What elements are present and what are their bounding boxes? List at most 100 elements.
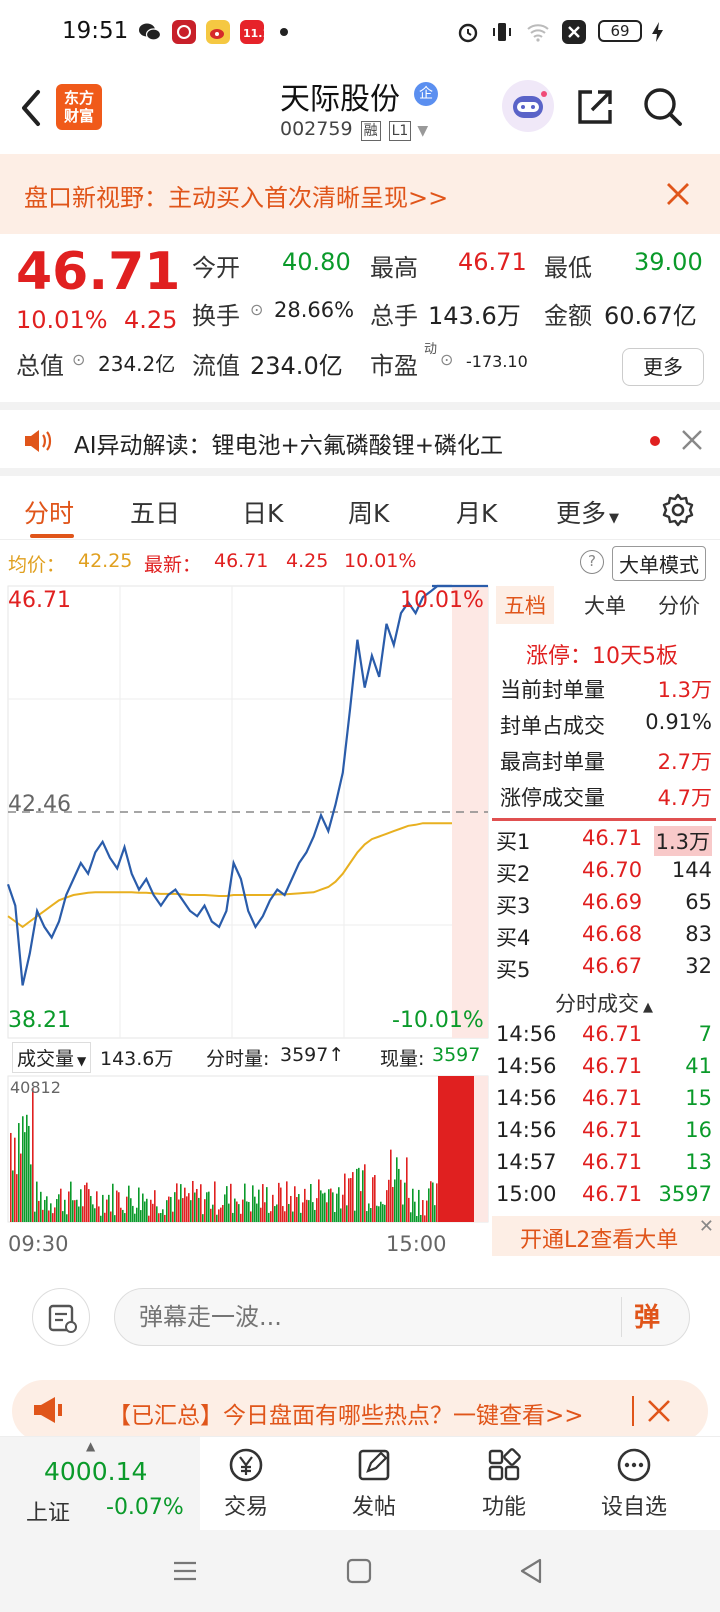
volume-bar bbox=[214, 1181, 216, 1222]
home-square-icon[interactable] bbox=[344, 1556, 374, 1586]
intraday-chart-svg[interactable] bbox=[0, 582, 490, 1272]
big-order-mode-button[interactable]: 大单模式 bbox=[612, 546, 706, 581]
volume-bar bbox=[48, 1210, 50, 1222]
hotspot-promo-bar[interactable]: 【已汇总】今日盘面有哪些热点？一键查看>> bbox=[12, 1380, 708, 1442]
volume-bar bbox=[200, 1184, 202, 1222]
volume-bar bbox=[344, 1173, 346, 1222]
volume-value: 143.6万 bbox=[428, 302, 521, 330]
volume-bar bbox=[270, 1211, 272, 1222]
volume-bar bbox=[212, 1204, 214, 1222]
more-button[interactable]: 更多 bbox=[622, 348, 704, 386]
volume-bar bbox=[402, 1204, 404, 1222]
volume-bar bbox=[420, 1214, 422, 1222]
volume-bar bbox=[266, 1187, 268, 1222]
menu-icon[interactable] bbox=[170, 1556, 200, 1586]
svg-text:11.11: 11.11 bbox=[243, 27, 264, 40]
volume-bar bbox=[288, 1203, 290, 1222]
chevron-down-icon[interactable]: ▼ bbox=[417, 123, 428, 139]
avg-label: 均价： bbox=[8, 554, 66, 576]
volume-bar bbox=[220, 1207, 222, 1222]
volume-bar bbox=[226, 1186, 228, 1222]
tab-weekly-k[interactable]: 周K bbox=[348, 494, 389, 530]
back-arrow-icon[interactable] bbox=[14, 86, 48, 130]
nav-features[interactable]: 功能 bbox=[444, 1445, 564, 1521]
change-percent: 10.01% bbox=[16, 306, 108, 334]
tab-big-orders[interactable]: 大单 bbox=[584, 590, 626, 620]
volume-bar bbox=[300, 1212, 302, 1222]
info-circle-icon[interactable]: ⊙ bbox=[440, 350, 453, 369]
nav-post[interactable]: 发帖 bbox=[314, 1445, 434, 1521]
help-icon[interactable]: ? bbox=[580, 550, 604, 574]
index-value: 4000.14 bbox=[44, 1457, 148, 1486]
tick-row: 14:56 46.71 15 bbox=[496, 1086, 712, 1110]
stock-name: 天际股份 bbox=[280, 82, 400, 117]
search-icon[interactable] bbox=[640, 84, 686, 130]
tab-more[interactable]: 更多 ▼ bbox=[556, 494, 619, 530]
volume-bar bbox=[122, 1209, 124, 1222]
close-icon[interactable] bbox=[646, 1398, 672, 1424]
volume-bar bbox=[320, 1190, 322, 1222]
l2-promo-bar[interactable]: 开通L2查看大单 ✕ bbox=[492, 1216, 720, 1256]
volume-bar bbox=[310, 1184, 312, 1222]
promo-banner[interactable]: 盘口新视野：主动买入首次清晰呈现>> bbox=[0, 154, 720, 234]
info-circle-icon[interactable]: ⊙ bbox=[72, 350, 85, 369]
ai-insight-bar[interactable]: AI异动解读：锂电池+六氟磷酸锂+磷化工 bbox=[0, 402, 720, 468]
tab-intraday[interactable]: 分时 bbox=[24, 494, 74, 530]
l2-promo-text[interactable]: 开通L2查看大单 bbox=[520, 1222, 678, 1254]
tab-daily-k[interactable]: 日K bbox=[242, 494, 283, 530]
danmu-input[interactable] bbox=[139, 1299, 599, 1335]
volume-bar bbox=[324, 1192, 326, 1222]
avg-value: 42.25 bbox=[78, 550, 133, 572]
volume-bar bbox=[422, 1200, 424, 1222]
tab-monthly-k[interactable]: 月K bbox=[456, 494, 497, 530]
tick-row: 14:56 46.71 16 bbox=[496, 1118, 712, 1142]
time-end-label: 15:00 bbox=[386, 1232, 447, 1256]
nav-add-watchlist[interactable]: 设自选 bbox=[574, 1445, 694, 1521]
close-icon[interactable] bbox=[664, 180, 692, 208]
tab-price-distribution[interactable]: 分价 bbox=[658, 590, 700, 620]
nav-trade[interactable]: 交易 bbox=[186, 1445, 306, 1521]
volume-bar bbox=[428, 1188, 430, 1222]
comment-settings-icon[interactable] bbox=[32, 1288, 90, 1346]
volume-bar bbox=[96, 1191, 98, 1222]
latest-percent: 10.01% bbox=[344, 550, 417, 572]
info-circle-icon[interactable]: ⊙ bbox=[250, 300, 263, 319]
volume-bar bbox=[148, 1215, 150, 1222]
volume-bar bbox=[414, 1201, 416, 1222]
danmu-send-button[interactable]: 弹 bbox=[621, 1297, 671, 1337]
tab-five-day[interactable]: 五日 bbox=[130, 494, 180, 530]
index-widget[interactable]: ▲ 4000.14 上证 -0.07% bbox=[0, 1437, 200, 1531]
volume-bar bbox=[362, 1170, 364, 1222]
volume-bar bbox=[258, 1189, 260, 1222]
intraday-chart[interactable]: 46.71 42.46 38.21 10.01% -10.01% 成交量 ▼ 14… bbox=[0, 582, 490, 1272]
latest-value: 46.71 bbox=[214, 550, 269, 572]
caret-down-icon: ▼ bbox=[77, 1054, 87, 1068]
robot-assistant-icon[interactable] bbox=[502, 80, 554, 132]
volume-bar bbox=[186, 1196, 188, 1222]
limit-up-title: 涨停：10天5板 bbox=[526, 644, 678, 669]
dot-icon bbox=[280, 28, 288, 36]
divider bbox=[632, 1396, 634, 1426]
volume-bar bbox=[330, 1188, 332, 1222]
back-triangle-icon[interactable] bbox=[516, 1556, 546, 1586]
tick-row: 14:56 46.71 7 bbox=[496, 1022, 712, 1046]
settings-gear-icon[interactable] bbox=[660, 492, 696, 528]
volume-bar bbox=[30, 1164, 32, 1222]
ticks-header[interactable]: 分时成交 ▲ bbox=[492, 988, 716, 1018]
danmu-box[interactable]: 弹 bbox=[114, 1288, 690, 1346]
app-icon bbox=[172, 20, 196, 44]
high-label: 最高 bbox=[370, 254, 418, 282]
close-icon[interactable]: ✕ bbox=[699, 1216, 714, 1237]
close-icon[interactable] bbox=[680, 428, 704, 452]
volume-selector[interactable]: 成交量 ▼ bbox=[12, 1042, 92, 1073]
banner-text[interactable]: 盘口新视野：主动买入首次清晰呈现>> bbox=[24, 178, 448, 213]
charging-icon bbox=[646, 20, 670, 44]
volume-bar bbox=[126, 1196, 128, 1222]
volume-bar bbox=[418, 1189, 420, 1222]
share-icon[interactable] bbox=[572, 84, 618, 130]
order-book-panel: 五档 大单 分价 涨停：10天5板 当前封单量 1.3万 封单占成交 0.91% 最… bbox=[492, 582, 720, 1272]
hotspot-promo-text[interactable]: 【已汇总】今日盘面有哪些热点？一键查看>> bbox=[108, 1396, 584, 1430]
tab-five-levels[interactable]: 五档 bbox=[496, 586, 554, 624]
pe-label: 市盈 bbox=[370, 352, 418, 380]
ai-insight-text[interactable]: AI异动解读：锂电池+六氟磷酸锂+磷化工 bbox=[74, 426, 503, 460]
